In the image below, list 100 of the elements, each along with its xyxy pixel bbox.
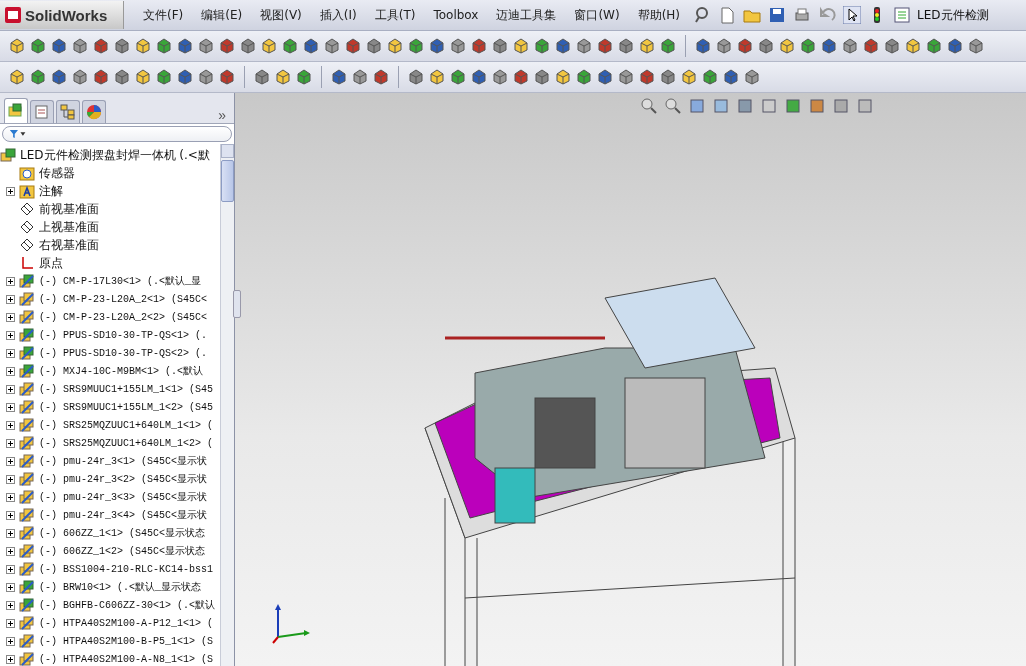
tree-item[interactable]: 原点 — [39, 254, 63, 272]
toolbar-tool-icon[interactable] — [218, 37, 236, 55]
menu-item[interactable]: 窗口(W) — [565, 3, 629, 27]
toolbar-tool-icon[interactable] — [134, 37, 152, 55]
expand-icon[interactable] — [6, 528, 15, 538]
toolbar-tool-icon[interactable] — [92, 37, 110, 55]
toolbar-tool-icon[interactable] — [757, 37, 775, 55]
toolbar-tool-icon[interactable] — [904, 37, 922, 55]
tree-item[interactable]: (-) pmu-24r_3<1> (S45C<显示状 — [39, 454, 208, 468]
toolbar-tool-icon[interactable] — [701, 68, 719, 86]
toolbar-tool-icon[interactable] — [155, 68, 173, 86]
expand-icon[interactable] — [6, 330, 15, 340]
save-icon[interactable] — [768, 6, 787, 24]
toolbar-tool-icon[interactable] — [197, 37, 215, 55]
tree-item[interactable]: 右视基准面 — [39, 236, 99, 254]
tree-item[interactable]: (-) BGHFB-C606ZZ-30<1> (.<默认 — [39, 598, 216, 612]
toolbar-tool-icon[interactable] — [365, 37, 383, 55]
print-icon[interactable] — [793, 6, 812, 24]
expand-icon[interactable] — [6, 294, 15, 304]
expand-icon[interactable] — [6, 474, 15, 484]
toolbar-tool-icon[interactable] — [862, 37, 880, 55]
tree-item[interactable]: 前视基准面 — [39, 200, 99, 218]
expand-icon[interactable] — [6, 438, 15, 448]
tree-item[interactable]: (-) CM-P-17L30<1> (.<默认_显 — [39, 274, 202, 288]
toolbar-tool-icon[interactable] — [330, 68, 348, 86]
panel-tab[interactable] — [4, 98, 28, 123]
panel-tab[interactable] — [56, 100, 80, 123]
toolbar-tool-icon[interactable] — [841, 37, 859, 55]
toolbar-tool-icon[interactable] — [92, 68, 110, 86]
tree-item[interactable]: (-) CM-P-23-L20A_2<1> (S45C< — [39, 293, 208, 305]
tree-item[interactable]: (-) SRS9MUUC1+155LM_1<1> (S45 — [39, 383, 214, 395]
toolbar-tool-icon[interactable] — [295, 68, 313, 86]
toolbar-tool-icon[interactable] — [302, 37, 320, 55]
filter-field[interactable] — [2, 126, 232, 142]
expand-icon[interactable] — [6, 456, 15, 466]
toolbar-tool-icon[interactable] — [428, 37, 446, 55]
tree-item[interactable]: 传感器 — [39, 164, 75, 182]
scrollbar[interactable] — [220, 144, 234, 666]
tree-item[interactable]: 注解 — [39, 182, 63, 200]
expand-icon[interactable] — [6, 636, 15, 646]
tree-item[interactable]: (-) PPUS-SD10-30-TP-QS<1> (. — [39, 329, 208, 341]
expand-icon[interactable] — [6, 582, 15, 592]
toolbar-tool-icon[interactable] — [554, 68, 572, 86]
toolbar-tool-icon[interactable] — [197, 68, 215, 86]
menu-item[interactable]: 文件(F) — [134, 3, 193, 27]
toolbar-tool-icon[interactable] — [113, 68, 131, 86]
panel-resize-handle[interactable] — [233, 290, 241, 318]
toolbar-tool-icon[interactable] — [281, 37, 299, 55]
toolbar-tool-icon[interactable] — [617, 68, 635, 86]
new-document-icon[interactable] — [718, 6, 737, 24]
expand-icon[interactable] — [6, 348, 15, 358]
menu-item[interactable]: 工具(T) — [365, 3, 425, 27]
expand-icon[interactable] — [6, 384, 15, 394]
toolbar-tool-icon[interactable] — [736, 37, 754, 55]
toolbar-tool-icon[interactable] — [407, 68, 425, 86]
toolbar-tool-icon[interactable] — [694, 37, 712, 55]
toolbar-tool-icon[interactable] — [113, 37, 131, 55]
toolbar-tool-icon[interactable] — [575, 37, 593, 55]
expand-icon[interactable] — [6, 564, 15, 574]
toolbar-tool-icon[interactable] — [820, 37, 838, 55]
options-list-icon[interactable] — [893, 6, 912, 24]
toolbar-tool-icon[interactable] — [554, 37, 572, 55]
toolbar-tool-icon[interactable] — [638, 68, 656, 86]
toolbar-tool-icon[interactable] — [218, 68, 236, 86]
expand-icon[interactable] — [6, 402, 15, 412]
collapse-button[interactable]: » — [214, 107, 230, 123]
tree-item[interactable]: (-) MXJ4-10C-M9BM<1> (.<默认 — [39, 364, 204, 378]
toolbar-tool-icon[interactable] — [659, 37, 677, 55]
toolbar-tool-icon[interactable] — [50, 68, 68, 86]
menu-item[interactable]: 迈迪工具集 — [487, 3, 566, 27]
menu-item[interactable]: 视图(V) — [251, 3, 311, 27]
toolbar-tool-icon[interactable] — [596, 37, 614, 55]
toolbar-tool-icon[interactable] — [617, 37, 635, 55]
toolbar-tool-icon[interactable] — [575, 68, 593, 86]
tree-item[interactable]: (-) HTPA40S2M100-A-N8_1<1> (S — [39, 653, 214, 665]
toolbar-tool-icon[interactable] — [533, 37, 551, 55]
toolbar-tool-icon[interactable] — [491, 68, 509, 86]
toolbar-tool-icon[interactable] — [71, 68, 89, 86]
tree-item[interactable]: 上视基准面 — [39, 218, 99, 236]
zoom-area-icon[interactable] — [664, 97, 682, 115]
toolbar-tool-icon[interactable] — [946, 37, 964, 55]
tree-item[interactable]: (-) BRW10<1> (.<默认_显示状态 — [39, 580, 202, 594]
expand-icon[interactable] — [6, 510, 15, 520]
toolbar-tool-icon[interactable] — [449, 68, 467, 86]
tree-item[interactable]: (-) CM-P-23-L20A_2<2> (S45C< — [39, 311, 208, 323]
toolbar-tool-icon[interactable] — [176, 68, 194, 86]
expand-icon[interactable] — [6, 492, 15, 502]
toolbar-tool-icon[interactable] — [925, 37, 943, 55]
tree-root-item[interactable]: LED元件检测摆盘封焊一体机 (.<默 — [20, 146, 210, 164]
menu-item[interactable]: 插入(I) — [310, 3, 366, 27]
zoom-fit-icon[interactable] — [640, 97, 658, 115]
toolbar-tool-icon[interactable] — [967, 37, 985, 55]
toolbar-tool-icon[interactable] — [449, 37, 467, 55]
tree-item[interactable]: (-) HTPA40S2M100-A-P12_1<1> ( — [39, 617, 214, 629]
tree-item[interactable]: (-) pmu-24r_3<3> (S45C<显示状 — [39, 490, 208, 504]
expand-icon[interactable] — [6, 654, 15, 664]
expand-icon[interactable] — [6, 546, 15, 556]
tree-item[interactable]: (-) SRS25MQZUUC1+640LM_1<1> ( — [39, 419, 214, 431]
toolbar-tool-icon[interactable] — [680, 68, 698, 86]
tree-item[interactable]: (-) PPUS-SD10-30-TP-QS<2> (. — [39, 347, 208, 359]
